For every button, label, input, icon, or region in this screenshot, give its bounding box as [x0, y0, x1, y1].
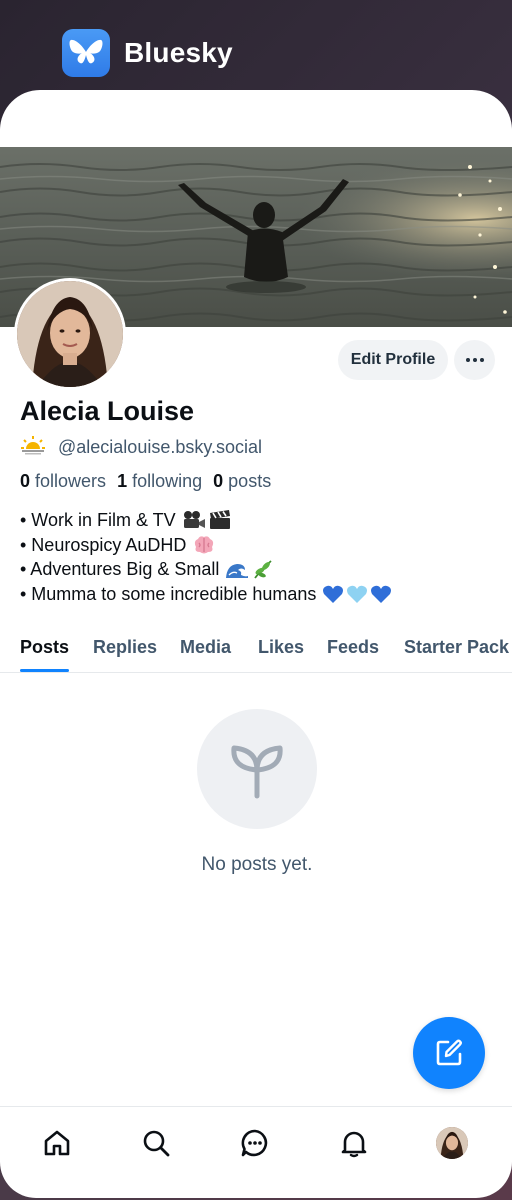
nav-profile[interactable]: [432, 1123, 472, 1163]
display-name: Alecia Louise: [20, 396, 195, 426]
profile-avatar-small: [436, 1127, 468, 1159]
empty-state-circle: [197, 709, 317, 829]
tab-feeds[interactable]: Feeds: [327, 637, 379, 658]
bio-line: • Work in Film & TV: [20, 508, 392, 533]
more-options-button[interactable]: [454, 340, 495, 380]
ellipsis-icon: [465, 358, 470, 362]
brain-icon: [195, 536, 214, 554]
herb-icon: [254, 560, 273, 579]
bio-line: • Mumma to some incredible humans: [20, 582, 392, 607]
compose-button[interactable]: [413, 1017, 485, 1089]
blue-heart-icon: [323, 585, 344, 603]
blue-heart-icon: [371, 585, 392, 603]
profile-handle[interactable]: @alecialouise.bsky.social: [58, 437, 262, 458]
app-name: Bluesky: [124, 37, 233, 68]
edit-profile-button[interactable]: Edit Profile: [338, 340, 448, 380]
profile-bio: • Work in Film & TV • Neurospicy AuDHD •…: [20, 508, 392, 606]
nav-chat[interactable]: [235, 1123, 275, 1163]
nav-notifications[interactable]: [334, 1123, 374, 1163]
sun-behind-cloud-icon: [20, 435, 46, 460]
bio-line: • Adventures Big & Small: [20, 557, 392, 582]
butterfly-icon: [62, 29, 110, 77]
bell-icon: [341, 1131, 367, 1158]
posts-count: 0 posts: [213, 471, 272, 491]
tab-replies[interactable]: Replies: [93, 637, 157, 658]
following-link[interactable]: 1 following: [117, 471, 202, 492]
sprout-icon: [231, 745, 283, 799]
active-tab-indicator: [20, 669, 69, 672]
chat-icon: [241, 1129, 268, 1157]
bottom-nav: [0, 1106, 512, 1198]
tab-starter-pack[interactable]: Starter Pack: [404, 637, 509, 658]
nav-search[interactable]: [136, 1123, 176, 1163]
app-switcher-header[interactable]: Bluesky: [62, 29, 233, 77]
search-icon: [143, 1130, 170, 1157]
tab-posts[interactable]: Posts: [20, 637, 69, 658]
tab-media[interactable]: Media: [180, 637, 231, 658]
followers-link[interactable]: 0 followers: [20, 471, 106, 492]
compose-icon: [436, 1039, 462, 1066]
profile-avatar[interactable]: [14, 278, 126, 390]
light-blue-heart-icon: [347, 585, 368, 603]
tab-likes[interactable]: Likes: [258, 637, 304, 658]
clapper-board-icon: [209, 510, 230, 530]
app-window: Edit Profile Alecia Louise @alecialouise…: [0, 90, 512, 1198]
profile-tabs: Posts Replies Media Likes Feeds Starter …: [0, 625, 512, 673]
movie-camera-icon: [183, 511, 205, 529]
nav-home[interactable]: [37, 1123, 77, 1163]
home-icon: [44, 1130, 70, 1156]
bio-line: • Neurospicy AuDHD: [20, 533, 392, 558]
wave-icon: [226, 564, 249, 579]
empty-state-text: No posts yet.: [201, 854, 313, 875]
handle-row: @alecialouise.bsky.social: [20, 435, 262, 460]
profile-stats: 0 followers 1 following 0 posts: [20, 471, 271, 492]
